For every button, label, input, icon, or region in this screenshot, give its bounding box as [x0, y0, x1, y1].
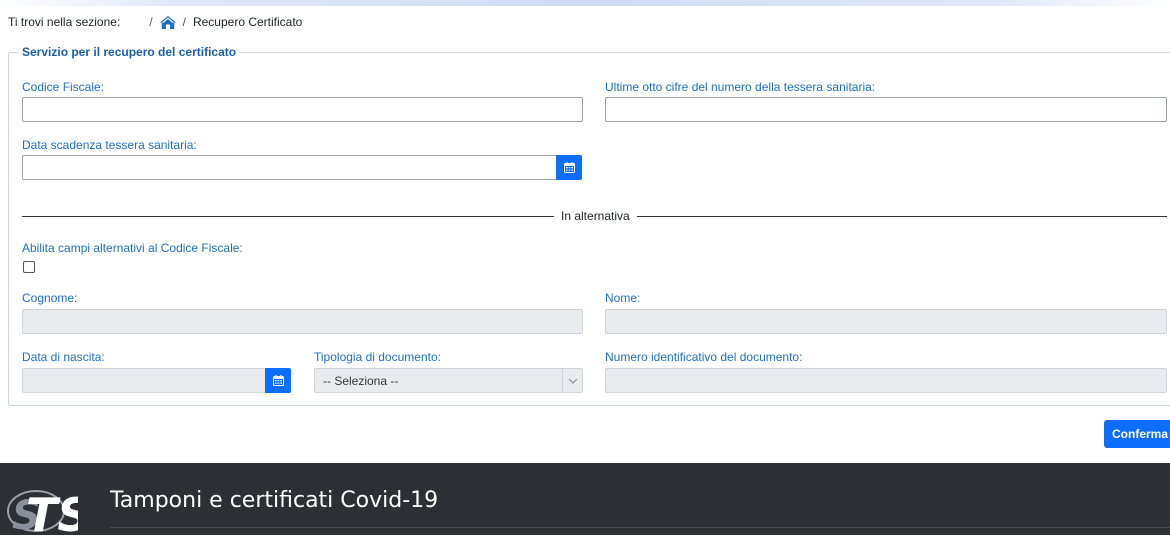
footer: S TS Tamponi e certificati Covid-19	[0, 463, 1170, 538]
calendar-icon[interactable]	[265, 368, 291, 393]
confirm-button[interactable]: Conferma	[1104, 420, 1170, 448]
alt-enable-label: Abilita campi alternativi al Codice Fisc…	[22, 241, 243, 255]
codice-fiscale-input[interactable]	[22, 97, 583, 122]
svg-text:TS: TS	[26, 488, 78, 535]
data-nascita-input[interactable]	[22, 368, 266, 393]
recovery-form-panel: Servizio per il recupero del certificato…	[8, 45, 1170, 406]
breadcrumb-section-label: Ti trovi nella sezione:	[8, 15, 121, 29]
data-scadenza-label: Data scadenza tessera sanitaria:	[22, 138, 197, 152]
cognome-input[interactable]	[22, 309, 583, 334]
data-scadenza-input[interactable]	[22, 155, 557, 180]
footer-rule	[110, 527, 1170, 528]
divider-text: In alternativa	[561, 209, 630, 223]
codice-fiscale-label: Codice Fiscale:	[22, 80, 105, 94]
breadcrumb: Ti trovi nella sezione: / / Recupero Cer…	[8, 14, 302, 30]
nome-input[interactable]	[605, 309, 1167, 334]
tipologia-label: Tipologia di documento:	[314, 350, 441, 364]
cognome-label: Cognome:	[22, 291, 78, 305]
data-nascita-label: Data di nascita:	[22, 350, 105, 364]
breadcrumb-separator: /	[182, 15, 186, 29]
breadcrumb-current: Recupero Certificato	[192, 15, 303, 29]
tipologia-select[interactable]: -- Seleziona --	[314, 368, 583, 393]
breadcrumb-separator: /	[149, 15, 153, 29]
tessera-cifre-input[interactable]	[605, 97, 1167, 122]
alt-enable-checkbox[interactable]	[23, 261, 35, 273]
home-icon[interactable]	[159, 15, 176, 29]
tessera-cifre-label: Ultime otto cifre del numero della tesse…	[605, 80, 876, 94]
footer-title: Tamponi e certificati Covid-19	[110, 488, 439, 513]
chevron-down-icon	[562, 369, 582, 392]
sts-logo: S TS	[6, 473, 91, 538]
divider-line-left	[22, 216, 554, 217]
nome-label: Nome:	[605, 291, 641, 305]
tipologia-selected-value: -- Seleziona --	[323, 373, 399, 388]
numero-doc-input[interactable]	[605, 368, 1167, 393]
calendar-icon[interactable]	[556, 155, 582, 180]
divider-line-right	[637, 216, 1167, 217]
top-gradient	[0, 0, 1170, 6]
numero-doc-label: Numero identificativo del documento:	[605, 350, 803, 364]
panel-legend: Servizio per il recupero del certificato	[19, 45, 240, 59]
